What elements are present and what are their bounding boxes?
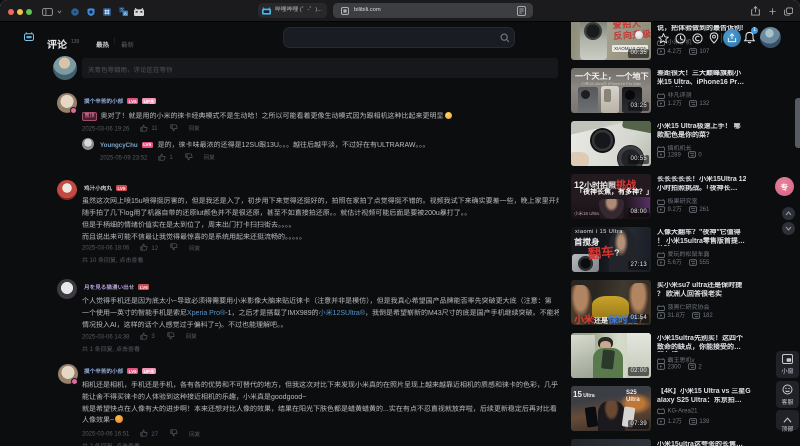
svg-text:A: A xyxy=(124,11,127,16)
